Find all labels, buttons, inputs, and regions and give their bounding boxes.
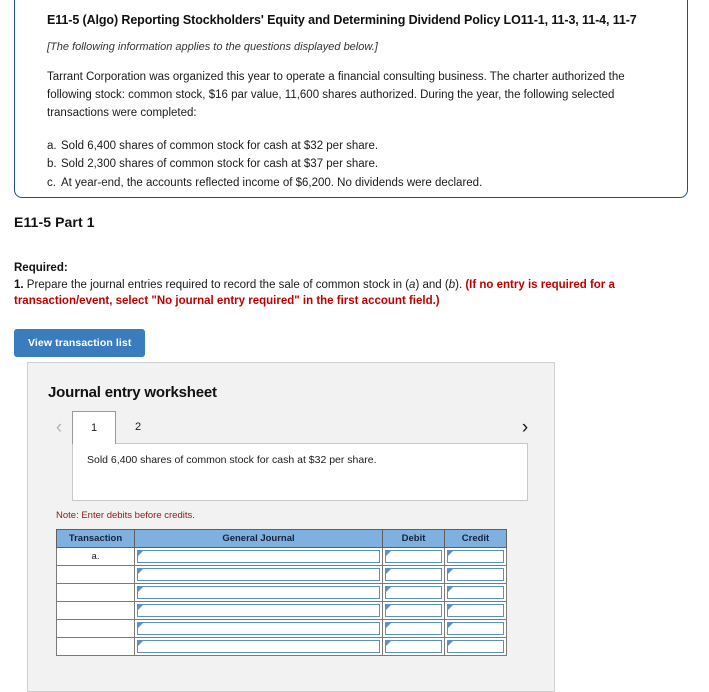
- table-row: [56, 619, 507, 638]
- table-row: [56, 583, 507, 602]
- list-item: b. Sold 2,300 shares of common stock for …: [47, 155, 661, 174]
- transaction-cell: [56, 619, 135, 638]
- transaction-cell: [56, 637, 135, 656]
- view-transaction-list-button[interactable]: View transaction list: [14, 329, 146, 357]
- chevron-left-icon[interactable]: ‹: [46, 411, 72, 443]
- debit-input[interactable]: [385, 550, 442, 563]
- debit-cell[interactable]: [382, 619, 445, 638]
- question-body: Tarrant Corporation was organized this y…: [47, 71, 625, 119]
- table-header-row: Transaction General Journal Debit Credit: [56, 529, 507, 548]
- transaction-cell: [56, 601, 135, 620]
- column-header-transaction: Transaction: [56, 529, 135, 548]
- table-row: [56, 637, 507, 656]
- credit-cell[interactable]: [444, 583, 507, 602]
- credit-input[interactable]: [447, 568, 504, 581]
- transaction-description: Sold 6,400 shares of common stock for ca…: [72, 443, 528, 501]
- chevron-right-icon[interactable]: ›: [512, 411, 538, 443]
- debit-input[interactable]: [385, 586, 442, 599]
- list-item-text: Sold 2,300 shares of common stock for ca…: [61, 158, 379, 171]
- list-item: a. Sold 6,400 shares of common stock for …: [47, 137, 661, 156]
- tab-entry-1[interactable]: 1: [72, 411, 116, 444]
- credit-cell[interactable]: [444, 637, 507, 656]
- debit-cell[interactable]: [382, 583, 445, 602]
- transaction-list: a. Sold 6,400 shares of common stock for …: [47, 137, 661, 193]
- journal-entry-table: Transaction General Journal Debit Credit…: [56, 529, 507, 656]
- column-header-credit: Credit: [444, 529, 507, 548]
- general-journal-input[interactable]: [137, 604, 380, 617]
- general-journal-cell[interactable]: [134, 565, 383, 584]
- general-journal-cell[interactable]: [134, 637, 383, 656]
- required-text-before: Prepare the journal entries required to …: [23, 278, 410, 291]
- debit-input[interactable]: [385, 568, 442, 581]
- debit-input[interactable]: [385, 622, 442, 635]
- debits-before-credits-note: Note: Enter debits before credits.: [56, 510, 195, 521]
- column-header-general-journal: General Journal: [134, 529, 383, 548]
- credit-input[interactable]: [447, 550, 504, 563]
- credit-cell[interactable]: [444, 601, 507, 620]
- credit-input[interactable]: [447, 586, 504, 599]
- general-journal-cell[interactable]: [134, 601, 383, 620]
- general-journal-input[interactable]: [137, 550, 380, 563]
- general-journal-cell[interactable]: [134, 547, 383, 566]
- list-item-marker: c.: [47, 176, 56, 189]
- general-journal-input[interactable]: [137, 622, 380, 635]
- applies-note: [The following information applies to th…: [47, 41, 378, 54]
- worksheet-tab-strip: ‹ 1 2 ›: [46, 411, 538, 444]
- general-journal-input[interactable]: [137, 586, 380, 599]
- worksheet-title: Journal entry worksheet: [48, 384, 217, 401]
- transaction-cell: [56, 565, 135, 584]
- credit-cell[interactable]: [444, 565, 507, 584]
- general-journal-input[interactable]: [137, 640, 380, 653]
- debit-cell[interactable]: [382, 565, 445, 584]
- required-block: Required: 1. Prepare the journal entries…: [14, 260, 674, 310]
- required-number: 1.: [14, 278, 24, 291]
- list-item: c. At year-end, the accounts reflected in…: [47, 174, 661, 193]
- general-journal-input[interactable]: [137, 568, 380, 581]
- question-panel: E11-5 (Algo) Reporting Stockholders' Equ…: [14, 0, 688, 198]
- debit-input[interactable]: [385, 640, 442, 653]
- general-journal-cell[interactable]: [134, 583, 383, 602]
- required-label: Required:: [14, 262, 68, 274]
- tab-entry-2[interactable]: 2: [116, 411, 160, 443]
- list-item-marker: b.: [47, 158, 57, 171]
- debit-cell[interactable]: [382, 547, 445, 566]
- transaction-cell: a.: [56, 547, 135, 566]
- table-row: [56, 565, 507, 584]
- list-item-marker: a.: [47, 139, 57, 152]
- part-heading: E11-5 Part 1: [14, 214, 95, 230]
- credit-input[interactable]: [447, 640, 504, 653]
- table-row: a.: [56, 547, 507, 566]
- general-journal-cell[interactable]: [134, 619, 383, 638]
- required-text-after: ).: [455, 278, 466, 291]
- transaction-cell: [56, 583, 135, 602]
- debit-cell[interactable]: [382, 601, 445, 620]
- list-item-text: Sold 6,400 shares of common stock for ca…: [61, 139, 379, 152]
- column-header-debit: Debit: [382, 529, 445, 548]
- required-text-mid: ) and (: [415, 278, 449, 291]
- debit-input[interactable]: [385, 604, 442, 617]
- credit-input[interactable]: [447, 604, 504, 617]
- journal-entry-worksheet-panel: Journal entry worksheet ‹ 1 2 › Sold 6,4…: [27, 362, 555, 692]
- list-item-text: At year-end, the accounts reflected inco…: [61, 176, 483, 189]
- question-title: E11-5 (Algo) Reporting Stockholders' Equ…: [47, 13, 637, 27]
- debit-cell[interactable]: [382, 637, 445, 656]
- credit-cell[interactable]: [444, 619, 507, 638]
- table-row: [56, 601, 507, 620]
- credit-input[interactable]: [447, 622, 504, 635]
- credit-cell[interactable]: [444, 547, 507, 566]
